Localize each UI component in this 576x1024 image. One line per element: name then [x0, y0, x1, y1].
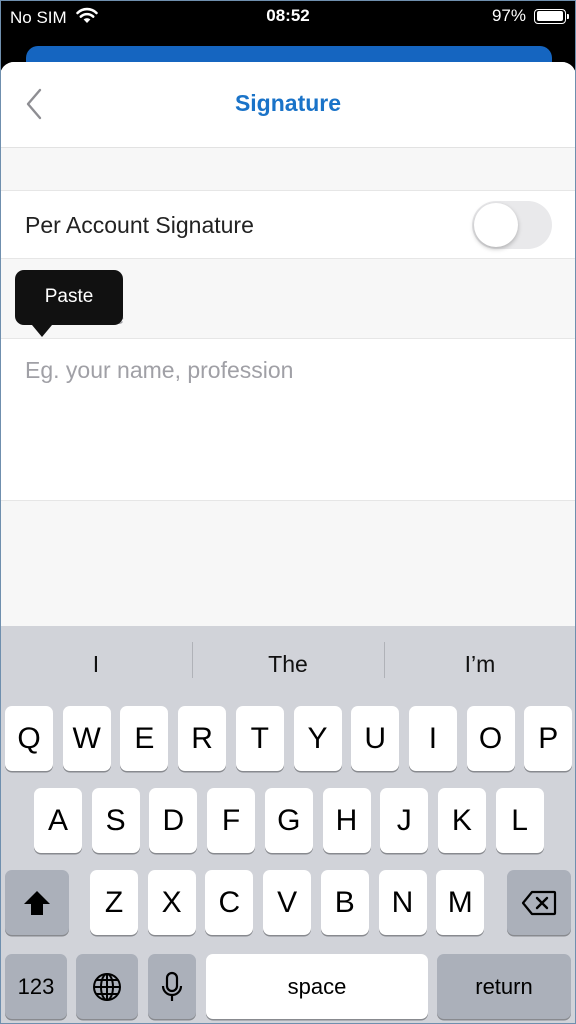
- nav-bar: Signature: [0, 62, 576, 148]
- globe-key[interactable]: [76, 954, 138, 1019]
- status-time: 08:52: [266, 6, 310, 25]
- key-y[interactable]: Y: [293, 706, 342, 771]
- suggestion-2[interactable]: The: [192, 626, 384, 702]
- key-q[interactable]: Q: [5, 706, 53, 771]
- paste-button[interactable]: Paste: [15, 270, 123, 325]
- paste-label: Paste: [44, 285, 94, 307]
- globe-icon: [93, 972, 121, 1001]
- key-g[interactable]: G: [264, 788, 313, 853]
- key-m[interactable]: M: [436, 870, 485, 935]
- battery-cap: [567, 13, 569, 19]
- shift-icon: [24, 890, 50, 915]
- per-account-signature-toggle[interactable]: [472, 201, 552, 249]
- microphone-icon: [161, 971, 183, 1001]
- battery-percent: 97%: [491, 6, 526, 25]
- battery-icon: [534, 8, 569, 24]
- key-v[interactable]: V: [263, 870, 312, 935]
- signature-placeholder: Eg. your name, profession: [25, 357, 294, 383]
- battery-fill: [536, 11, 563, 21]
- key-p[interactable]: P: [524, 706, 573, 771]
- microphone-key[interactable]: [148, 954, 196, 1019]
- key-c[interactable]: C: [205, 870, 254, 935]
- status-bar: No SIM 08:52 97%: [0, 0, 576, 32]
- key-k[interactable]: K: [437, 788, 486, 853]
- key-b[interactable]: B: [320, 870, 369, 935]
- key-d[interactable]: D: [149, 788, 198, 853]
- key-t[interactable]: T: [235, 706, 284, 771]
- return-key[interactable]: return: [437, 954, 571, 1019]
- status-right: 97%: [491, 6, 569, 26]
- key-j[interactable]: J: [380, 788, 429, 853]
- key-x[interactable]: X: [147, 870, 196, 935]
- key-h[interactable]: H: [322, 788, 371, 853]
- space-key[interactable]: space: [206, 954, 428, 1019]
- key-s[interactable]: S: [91, 788, 140, 853]
- per-account-signature-label: Per Account Signature: [25, 212, 254, 238]
- key-i[interactable]: I: [408, 706, 457, 771]
- key-f[interactable]: F: [207, 788, 256, 853]
- key-l[interactable]: L: [495, 788, 544, 853]
- key-o[interactable]: O: [466, 706, 515, 771]
- shift-key[interactable]: [5, 870, 69, 935]
- key-w[interactable]: W: [62, 706, 111, 771]
- key-a[interactable]: A: [34, 788, 82, 853]
- key-r[interactable]: R: [178, 706, 227, 771]
- tooltip-arrow: [32, 325, 52, 337]
- key-z[interactable]: Z: [90, 870, 138, 935]
- key-e[interactable]: E: [120, 706, 169, 771]
- suggestion-3[interactable]: I’m: [384, 626, 576, 702]
- per-account-signature-row: Per Account Signature: [0, 190, 576, 259]
- backspace-icon: [521, 890, 557, 915]
- toggle-knob: [474, 203, 518, 247]
- delete-key[interactable]: [507, 870, 571, 935]
- page-title: Signature: [234, 90, 342, 116]
- key-u[interactable]: U: [351, 706, 400, 771]
- signature-text-area[interactable]: Eg. your name, profession: [0, 338, 576, 501]
- suggestion-bar: I The I’m: [0, 626, 576, 702]
- suggestion-1[interactable]: I: [0, 626, 192, 702]
- keyboard: I The I’m QWERTYUIOPASDFGHJKLZXCVBNM 123: [0, 626, 576, 1024]
- numbers-key[interactable]: 123: [5, 954, 67, 1019]
- key-n[interactable]: N: [378, 870, 427, 935]
